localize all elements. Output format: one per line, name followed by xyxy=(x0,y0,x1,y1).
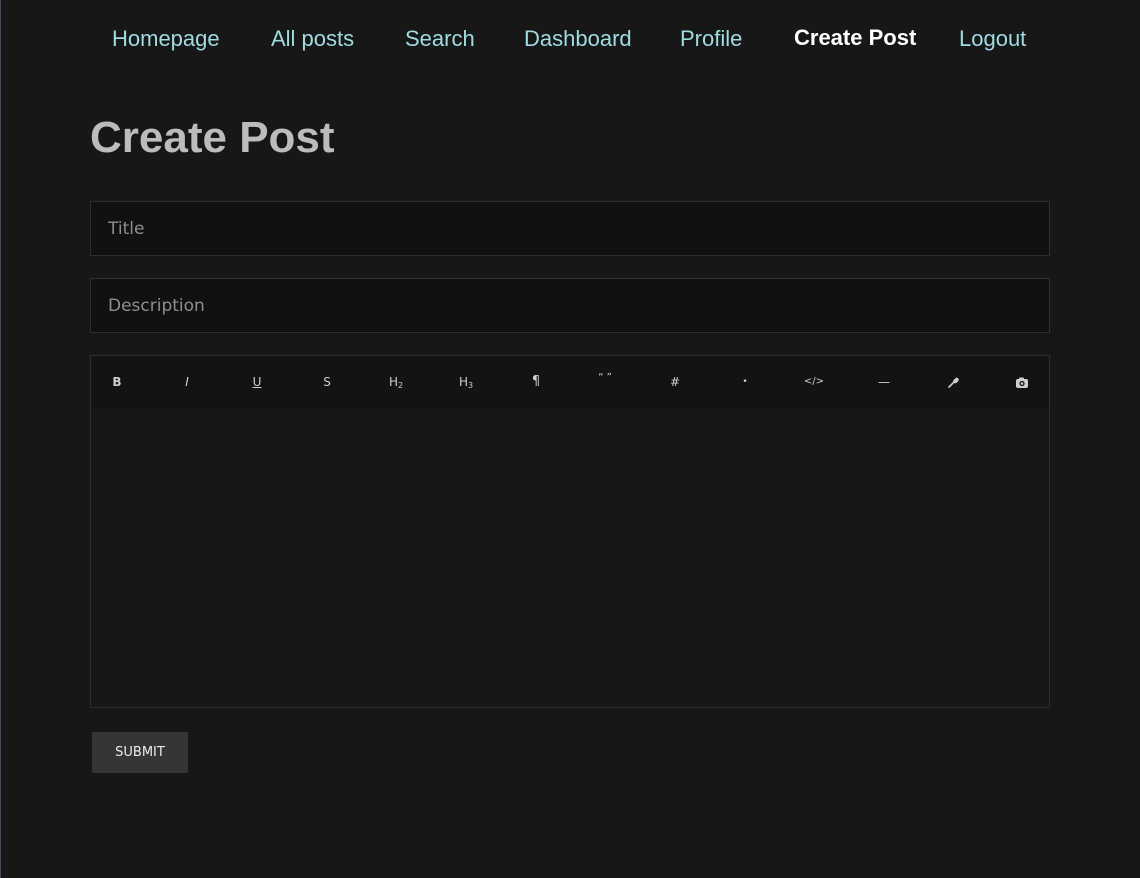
nav-item-all-posts[interactable]: All posts xyxy=(271,22,354,56)
horizontal-rule-icon: — xyxy=(878,375,890,389)
main-nav: Homepage All posts Search Dashboard Prof… xyxy=(0,22,1140,56)
underline-button[interactable]: U xyxy=(242,370,272,394)
hash-icon: # xyxy=(669,375,681,389)
bold-icon: B xyxy=(112,375,122,389)
title-input[interactable] xyxy=(90,201,1050,256)
heading-2-icon: H2 xyxy=(388,375,404,390)
editor-toolbar: B I U S H2 H3 ¶ “ ” # • </> — xyxy=(91,356,1049,408)
submit-button[interactable]: SUBMIT xyxy=(92,732,188,773)
description-input[interactable] xyxy=(90,278,1050,333)
image-button[interactable] xyxy=(1007,370,1037,394)
blockquote-button[interactable]: “ ” xyxy=(590,370,620,394)
paragraph-button[interactable]: ¶ xyxy=(521,370,551,394)
link-icon xyxy=(948,377,959,388)
bold-button[interactable]: B xyxy=(102,370,132,394)
rich-text-editor: B I U S H2 H3 ¶ “ ” # • </> — xyxy=(90,355,1050,708)
heading-3-icon: H3 xyxy=(458,375,474,390)
code-icon: </> xyxy=(803,376,825,387)
bullet-list-button[interactable]: • xyxy=(730,370,760,394)
nav-item-profile[interactable]: Profile xyxy=(680,22,742,56)
nav-item-dashboard[interactable]: Dashboard xyxy=(524,22,632,56)
ordered-list-button[interactable]: # xyxy=(660,370,690,394)
heading-3-button[interactable]: H3 xyxy=(451,370,481,394)
nav-item-homepage[interactable]: Homepage xyxy=(112,22,220,56)
underline-icon: U xyxy=(252,375,262,389)
nav-item-create-post[interactable]: Create Post xyxy=(794,21,916,55)
strikethrough-icon: S xyxy=(323,375,331,389)
link-button[interactable] xyxy=(938,370,968,394)
heading-2-button[interactable]: H2 xyxy=(381,370,411,394)
image-icon xyxy=(1016,377,1028,388)
strikethrough-button[interactable]: S xyxy=(312,370,342,394)
editor-content-area[interactable] xyxy=(91,408,1049,707)
bullet-icon: • xyxy=(742,377,748,387)
code-button[interactable]: </> xyxy=(799,370,829,394)
italic-button[interactable]: I xyxy=(172,370,202,394)
italic-icon: I xyxy=(185,375,189,389)
horizontal-rule-button[interactable]: — xyxy=(869,370,899,394)
nav-item-logout[interactable]: Logout xyxy=(959,22,1026,56)
paragraph-icon: ¶ xyxy=(531,374,541,389)
nav-item-search[interactable]: Search xyxy=(405,22,475,56)
page-title: Create Post xyxy=(90,113,335,162)
quote-icon: “ ” xyxy=(598,372,612,383)
